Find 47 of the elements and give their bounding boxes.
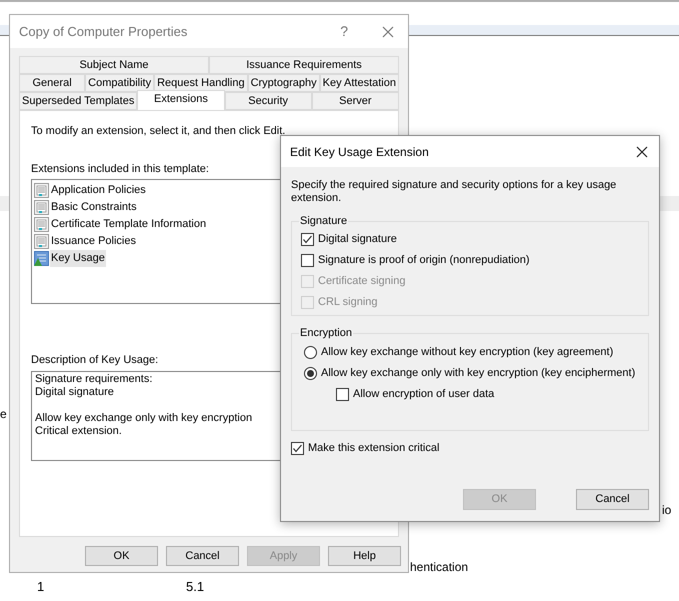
list-item[interactable]: Key Usage xyxy=(50,250,106,267)
checkbox-label: Signature is proof of origin (nonrepudiation) xyxy=(318,252,530,268)
list-item[interactable]: Basic Constraints xyxy=(50,199,138,216)
checkbox-label: Allow encryption of user data xyxy=(353,386,494,402)
tab[interactable]: Request Handling xyxy=(154,74,248,92)
close-icon[interactable] xyxy=(636,146,648,158)
list-item[interactable]: Issuance Policies xyxy=(50,233,137,250)
radio-label: Allow key exchange without key encryption (key agreement) xyxy=(321,344,614,360)
background-text: io xyxy=(662,502,672,519)
group-title: Signature xyxy=(299,214,348,228)
dialog-button[interactable]: OK xyxy=(85,546,158,566)
dialog-button[interactable]: Cancel xyxy=(166,546,239,566)
list-label: Extensions included in this template: xyxy=(31,162,209,176)
tab[interactable]: Extensions xyxy=(137,90,225,110)
dialog-button[interactable]: Help xyxy=(328,546,401,566)
instruction-text: To modify an extension, select it, and then click Edit. xyxy=(31,124,286,139)
dialog-button[interactable]: Cancel xyxy=(576,489,649,510)
tab[interactable]: Security xyxy=(224,92,312,110)
description-label: Description of Key Usage: xyxy=(31,353,158,368)
table-cell-text: 5.1 xyxy=(186,578,204,596)
description-text: Specify the required signature and security options for a key usage extension. xyxy=(291,179,618,205)
checkbox[interactable] xyxy=(301,254,314,266)
background-text: e xyxy=(0,406,7,423)
radio-button[interactable] xyxy=(304,346,317,358)
list-item[interactable]: Certificate Template Information xyxy=(50,216,208,233)
tab[interactable]: Key Attestation xyxy=(320,74,399,92)
checkbox-label: Digital signature xyxy=(318,232,397,247)
checkbox[interactable] xyxy=(301,232,314,246)
checkbox[interactable] xyxy=(336,388,349,400)
tab[interactable]: Issuance Requirements xyxy=(209,56,399,74)
tab[interactable]: Cryptography xyxy=(248,74,320,92)
tab[interactable]: Compatibility xyxy=(85,74,154,92)
checkbox-label: Certificate signing xyxy=(318,274,406,289)
group-title: Encryption xyxy=(299,326,353,340)
help-button[interactable]: ? xyxy=(340,21,348,42)
list-item[interactable]: Application Policies xyxy=(50,182,147,199)
tab[interactable]: Server xyxy=(312,92,399,110)
checkbox-label: CRL signing xyxy=(318,294,378,310)
table-cell-text: 1 xyxy=(37,578,44,596)
background-text: hentication xyxy=(410,559,468,576)
window-title: Copy of Computer Properties xyxy=(19,22,188,41)
tab[interactable]: Subject Name xyxy=(19,56,209,74)
checkbox[interactable] xyxy=(291,442,304,454)
tab[interactable]: General xyxy=(19,74,86,92)
window-title: Edit Key Usage Extension xyxy=(290,144,430,160)
tab[interactable]: Superseded Templates xyxy=(19,92,138,110)
radio-button[interactable] xyxy=(304,366,317,380)
